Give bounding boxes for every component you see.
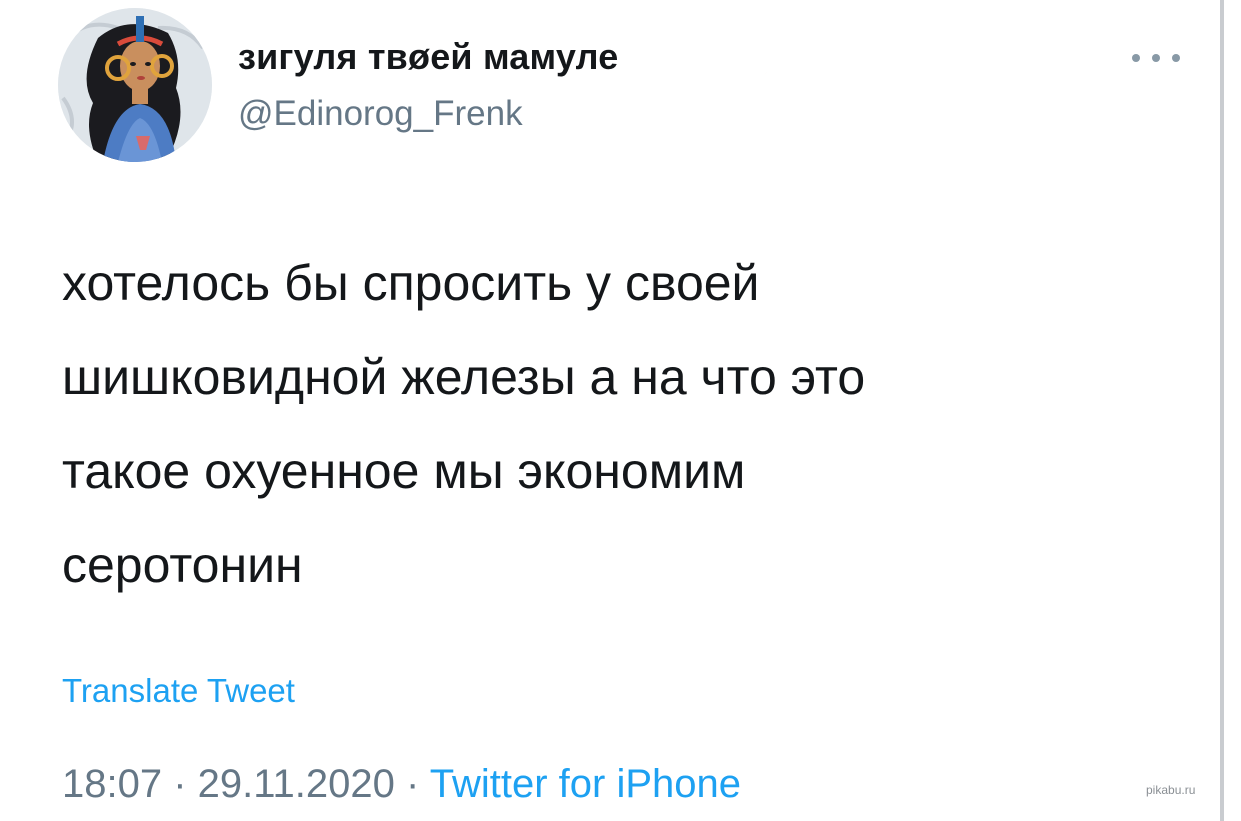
tweet-text-line: такое охуенное мы экономим <box>62 443 746 499</box>
illustrated-woman-avatar-icon <box>58 8 212 162</box>
dot-icon <box>1132 54 1140 62</box>
dot-icon <box>1152 54 1160 62</box>
dot-icon <box>1172 54 1180 62</box>
more-dots-icon[interactable] <box>1132 48 1180 68</box>
tweet-date[interactable]: 29.11.2020 <box>198 762 395 806</box>
page-edge-divider <box>1220 0 1224 821</box>
display-name[interactable]: зигуля твøей мамуле <box>238 36 618 78</box>
user-handle[interactable]: @Edinorog_Frenk <box>238 94 523 134</box>
tweet-meta: 18:07 · 29.11.2020 · Twitter for iPhone <box>62 762 741 807</box>
tweet-time[interactable]: 18:07 <box>62 762 162 806</box>
meta-separator: · <box>173 762 198 806</box>
tweet-source-link[interactable]: Twitter for iPhone <box>430 762 741 806</box>
meta-separator: · <box>406 762 430 806</box>
tweet-screenshot: зигуля твøей мамуле @Edinorog_Frenk хоте… <box>0 0 1241 821</box>
crescent-moon-icon <box>733 38 775 80</box>
watermark: pikabu.ru <box>1146 783 1196 797</box>
tweet-text: хотелось бы спросить у своей шишковидной… <box>62 236 1182 612</box>
tweet-text-line: шишковидной железы а на что это <box>62 349 866 405</box>
tweet-text-line: серотонин <box>62 537 303 593</box>
tweet-text-line: хотелось бы спросить у своей <box>62 255 760 311</box>
translate-tweet-link[interactable]: Translate Tweet <box>62 672 295 710</box>
avatar[interactable] <box>58 8 212 162</box>
